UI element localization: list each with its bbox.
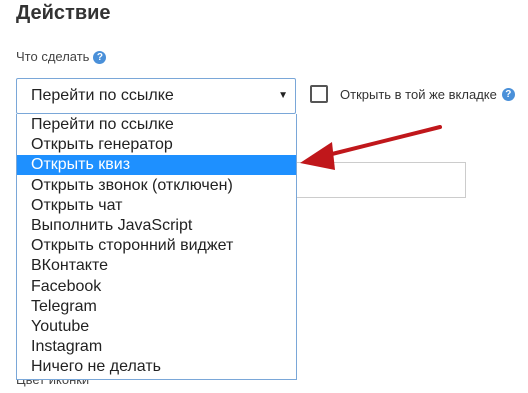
dropdown-option[interactable]: Ничего не делать	[17, 357, 296, 377]
dropdown-option[interactable]: Telegram	[17, 297, 296, 317]
dropdown-option[interactable]: Instagram	[17, 337, 296, 357]
same-tab-label: Открыть в той же вкладке	[340, 86, 497, 102]
dropdown-list: Перейти по ссылке Открыть генератор Открыт…	[16, 114, 297, 380]
dropdown-option[interactable]: ВКонтакте	[17, 256, 296, 276]
action-select[interactable]: Перейти по ссылке ▼	[16, 78, 296, 114]
field-label-text: Что сделать	[16, 49, 90, 64]
select-value: Перейти по ссылке	[31, 87, 174, 104]
dropdown-option[interactable]: Открыть звонок (отключен)	[17, 176, 296, 196]
dropdown-option[interactable]: Перейти по ссылке	[17, 115, 296, 135]
chevron-down-icon: ▼	[278, 90, 288, 101]
section-title: Действие	[16, 2, 111, 24]
arrow-shaft	[318, 125, 442, 159]
same-tab-option[interactable]: Открыть в той же вкладке ?	[310, 85, 515, 103]
dropdown-option[interactable]: Открыть сторонний виджет	[17, 236, 296, 256]
help-icon[interactable]: ?	[93, 51, 107, 64]
dropdown-option[interactable]: Открыть чат	[17, 196, 296, 216]
url-input[interactable]	[290, 162, 466, 198]
dropdown-option[interactable]: Facebook	[17, 277, 296, 297]
field-label: Что сделать?	[16, 49, 107, 64]
dropdown-option[interactable]: Youtube	[17, 317, 296, 337]
dropdown-option[interactable]: Выполнить JavaScript	[17, 216, 296, 236]
help-icon[interactable]: ?	[501, 87, 515, 101]
same-tab-checkbox[interactable]	[310, 85, 328, 103]
dropdown-option[interactable]: Открыть генератор	[17, 135, 296, 155]
dropdown-option[interactable]: Открыть квиз	[17, 155, 296, 176]
